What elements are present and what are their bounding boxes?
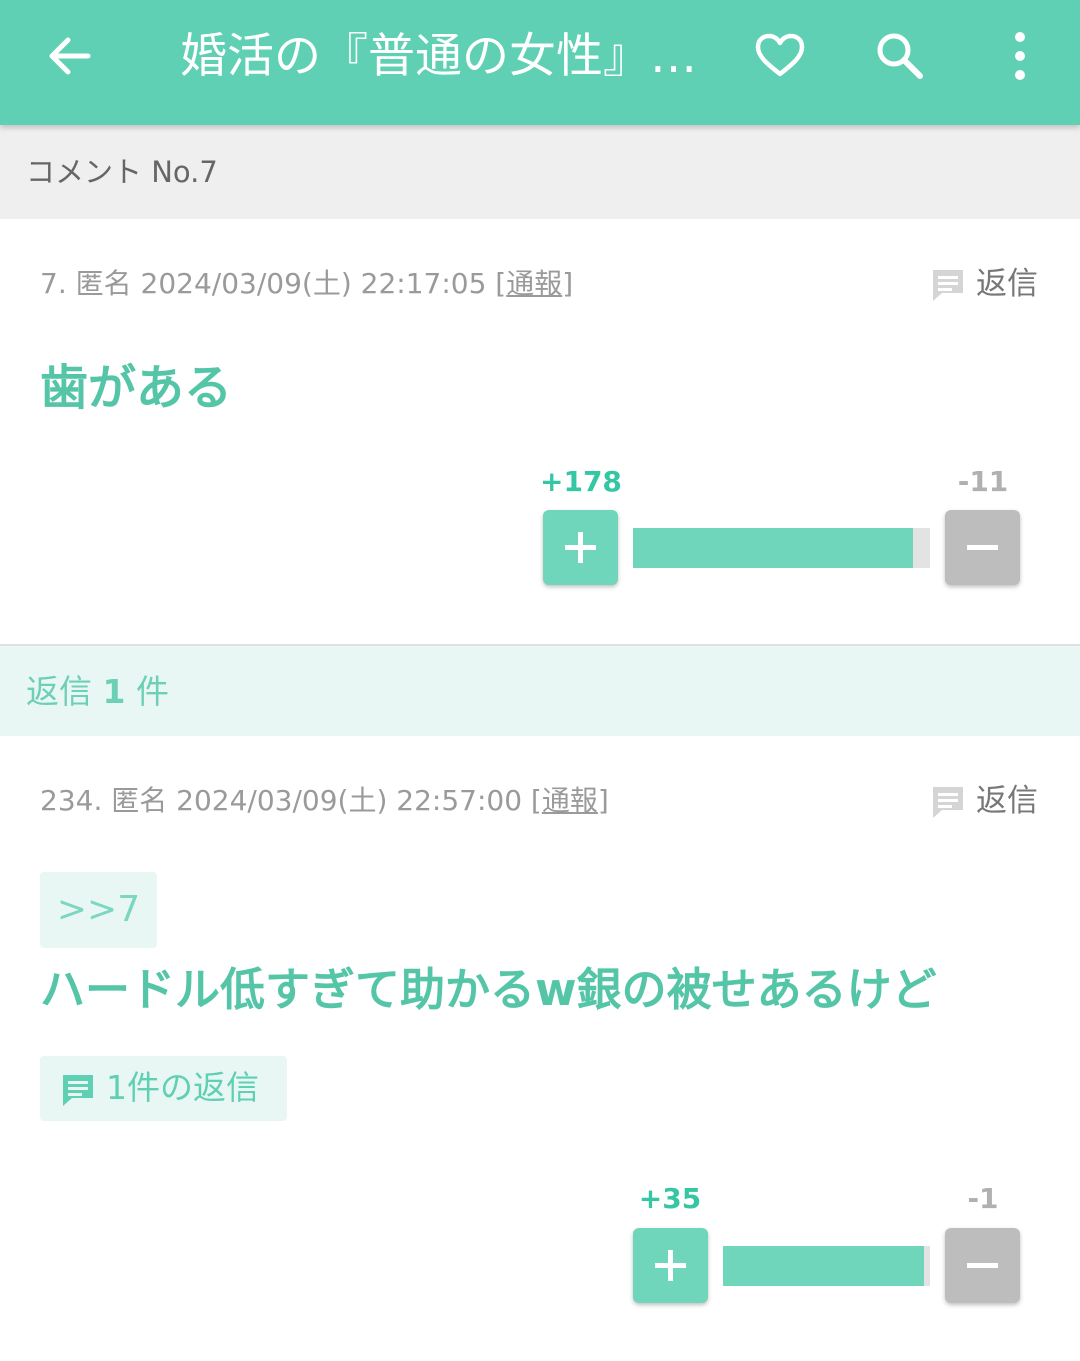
view-replies-button[interactable]: 1件の返信 [40, 1056, 287, 1121]
comment-meta-text: 7. 匿名 2024/03/09(土) 22:17:05 [ [40, 267, 507, 300]
plus-count: +35 [638, 1182, 702, 1215]
comment-icon [933, 270, 963, 301]
reply-button[interactable]: 返信 [930, 780, 1050, 822]
anchor-link[interactable]: >>7 [40, 872, 157, 948]
search-icon[interactable] [872, 28, 928, 84]
plus-count: +178 [540, 465, 622, 498]
section-header: コメント No.7 [0, 125, 1080, 219]
minus-icon [967, 545, 998, 550]
comment-meta-close: ] [597, 784, 609, 817]
minus-icon [967, 1263, 998, 1268]
comment-icon [63, 1075, 93, 1106]
comment-meta-text: 234. 匿名 2024/03/09(土) 22:57:00 [ [40, 784, 542, 817]
plus-vote-button[interactable] [543, 510, 618, 585]
view-replies-label: 1件の返信 [106, 1068, 259, 1107]
comment-body: 歯がある [40, 360, 233, 416]
plus-icon [565, 532, 596, 563]
reply-button[interactable]: 返信 [930, 263, 1050, 305]
report-link[interactable]: 通報 [506, 267, 562, 300]
minus-count: -11 [957, 465, 1009, 498]
reply-button-label: 返信 [976, 783, 1038, 819]
comment-meta: 234. 匿名 2024/03/09(土) 22:57:00 [通報] [40, 782, 609, 820]
report-link[interactable]: 通報 [542, 784, 598, 817]
back-arrow-icon[interactable] [44, 30, 96, 82]
plus-icon [655, 1250, 686, 1281]
replies-header-suffix: 件 [125, 672, 169, 711]
vote-ratio-bar [723, 1246, 930, 1286]
minus-vote-button[interactable] [945, 510, 1020, 585]
vote-ratio-fill [723, 1246, 925, 1286]
app-bar: 婚活の『普通の女性』… [0, 0, 1080, 125]
comment-icon [933, 787, 963, 818]
reply-button-label: 返信 [976, 266, 1038, 302]
replies-header: 返信 1 件 [0, 646, 1080, 736]
vote-ratio-bar [633, 528, 930, 568]
vote-ratio-fill [633, 528, 913, 568]
more-vert-icon[interactable] [992, 28, 1048, 84]
comment-meta-close: ] [562, 267, 574, 300]
minus-vote-button[interactable] [945, 1228, 1020, 1303]
section-header-label: コメント No.7 [26, 155, 218, 189]
minus-count: -1 [967, 1182, 999, 1215]
heart-icon[interactable] [752, 28, 808, 84]
replies-header-prefix: 返信 [26, 672, 103, 711]
comment-body: ハードル低すぎて助かるw銀の被せあるけど [40, 963, 937, 1016]
plus-vote-button[interactable] [633, 1228, 708, 1303]
page-title: 婚活の『普通の女性』… [180, 29, 697, 84]
comment-meta: 7. 匿名 2024/03/09(土) 22:17:05 [通報] [40, 265, 573, 303]
replies-header-label: 返信 1 件 [26, 672, 169, 712]
replies-header-count: 1 [102, 672, 126, 711]
